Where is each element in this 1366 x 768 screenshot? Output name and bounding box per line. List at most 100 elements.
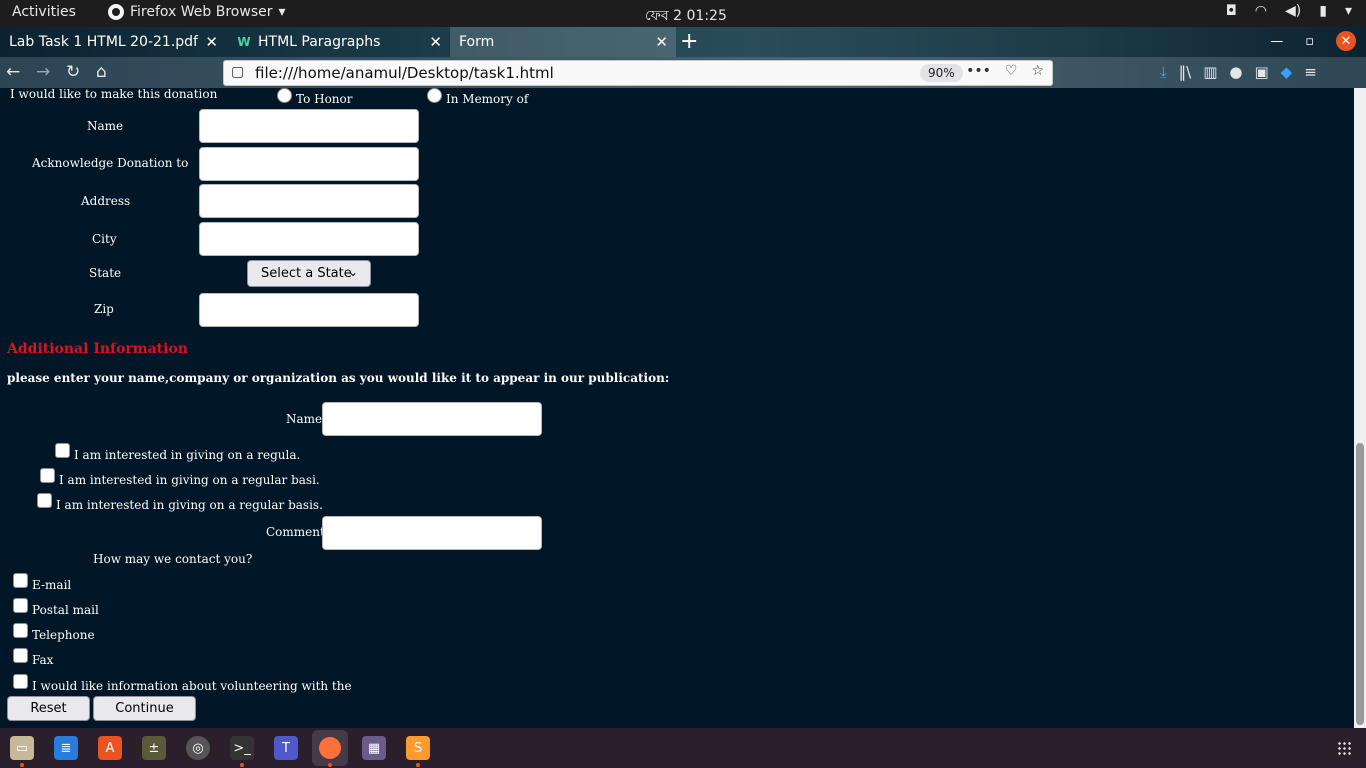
downloads-icon[interactable]: ⤓ (1160, 63, 1167, 81)
fax-label: Fax (32, 653, 54, 667)
publication-instruction: please enter your name,company or organi… (7, 371, 670, 385)
back-button[interactable]: ← (6, 62, 20, 82)
chevron-down-icon: ▾ (1344, 3, 1352, 19)
email-checkbox[interactable] (13, 573, 28, 588)
app-menu-label: Firefox Web Browser (130, 4, 273, 20)
sidebar-icon[interactable]: ▥ (1203, 63, 1217, 81)
name-input[interactable] (199, 109, 419, 143)
close-icon[interactable]: ✕ (429, 33, 442, 51)
state-select[interactable]: Select a State ⌄ (247, 260, 371, 287)
chevron-down-icon: ⌄ (347, 265, 358, 279)
additional-information-heading: Additional Information (7, 341, 188, 357)
interest-checkbox-2[interactable] (40, 468, 55, 483)
url-text[interactable]: file:///home/anamul/Desktop/task1.html (255, 64, 554, 82)
zip-input[interactable] (199, 293, 419, 327)
running-indicator (328, 763, 332, 767)
donation-label: I would like to make this donation (10, 88, 218, 101)
tab-html-paragraphs[interactable]: W HTML Paragraphs ✕ (226, 27, 450, 57)
interest-label-2: I am interested in giving on a regular b… (59, 473, 320, 487)
running-indicator (416, 763, 420, 767)
firefox-icon (108, 4, 124, 20)
fax-checkbox[interactable] (13, 648, 28, 663)
pocket-icon[interactable]: ♡ (1005, 63, 1018, 79)
software-center-icon[interactable]: A (98, 736, 122, 760)
library-icon[interactable]: ‖\ (1179, 63, 1192, 81)
tab-form[interactable]: Form ✕ (450, 27, 676, 57)
tab-lab-task[interactable]: Lab Task 1 HTML 20-21.pdf ✕ (0, 27, 226, 57)
volume-icon: ◀) (1285, 3, 1302, 19)
interest-label-1: I am interested in giving on a regula. (74, 448, 301, 462)
calculator-icon[interactable]: ± (142, 736, 166, 760)
new-tab-button[interactable]: + (680, 29, 698, 54)
comment-input[interactable] (322, 516, 542, 550)
chevron-down-icon: ▾ (278, 4, 286, 20)
page-icon: ▢ (231, 64, 245, 80)
state-select-value: Select a State (261, 266, 352, 281)
radio-in-memory[interactable] (427, 88, 442, 103)
address-input[interactable] (199, 184, 419, 218)
name-label: Name (87, 119, 124, 133)
tab-label: HTML Paragraphs (258, 34, 381, 50)
menu-icon[interactable]: ≡ (1304, 63, 1317, 81)
w3schools-icon: W (237, 35, 251, 49)
window-controls: — ▫ ✕ (1270, 31, 1356, 51)
close-window-button[interactable]: ✕ (1336, 31, 1356, 51)
video-editor-icon[interactable]: ▦ (362, 736, 386, 760)
page-content: I would like to make this donation To Ho… (0, 88, 1354, 728)
clock[interactable]: ফেব 2 01:25 (645, 4, 727, 28)
account-icon[interactable]: ● (1229, 63, 1242, 81)
reload-button[interactable]: ↻ (66, 62, 80, 82)
shield-icon[interactable]: ◆ (1281, 63, 1293, 81)
teams-icon[interactable]: T (274, 736, 298, 760)
zip-label: Zip (94, 302, 114, 316)
firefox-dock-icon[interactable] (312, 730, 348, 766)
interest-label-3: I am interested in giving on a regular b… (56, 498, 323, 512)
interest-checkbox-3[interactable] (37, 493, 52, 508)
acknowledge-label: Acknowledge Donation to (32, 156, 189, 170)
reset-button[interactable]: Reset (7, 696, 90, 721)
acknowledge-input[interactable] (199, 147, 419, 181)
bookmark-star-icon[interactable]: ☆ (1031, 63, 1044, 79)
minimize-button[interactable]: — (1270, 34, 1283, 49)
scrollbar-thumb[interactable] (1356, 443, 1364, 725)
maximize-button[interactable]: ▫ (1305, 34, 1314, 49)
interest-checkbox-1[interactable] (55, 443, 70, 458)
wifi-icon: ◠ (1254, 3, 1268, 19)
tab-label: Form (459, 34, 495, 50)
terminal-icon[interactable]: >_ (230, 736, 254, 760)
show-applications-icon[interactable] (1337, 741, 1351, 755)
navigation-toolbar: ← → ↻ ⌂ ▢ file:///home/anamul/Desktop/ta… (0, 57, 1366, 88)
telephone-checkbox[interactable] (13, 623, 28, 638)
tab-strip: Lab Task 1 HTML 20-21.pdf ✕ W HTML Parag… (0, 27, 1366, 57)
close-icon[interactable]: ✕ (205, 33, 218, 51)
radio-to-honor[interactable] (277, 88, 292, 103)
email-label: E-mail (32, 578, 72, 592)
settings-icon[interactable]: ◎ (186, 736, 210, 760)
activities-button[interactable]: Activities (12, 4, 76, 20)
home-button[interactable]: ⌂ (96, 62, 107, 82)
running-indicator (20, 763, 24, 767)
continue-button[interactable]: Continue (93, 696, 196, 721)
city-input[interactable] (199, 222, 419, 256)
city-label: City (92, 232, 117, 246)
postal-mail-checkbox[interactable] (13, 598, 28, 613)
running-indicator (240, 763, 244, 767)
address-bar[interactable]: ▢ file:///home/anamul/Desktop/task1.html… (223, 60, 1053, 86)
lock-extension-icon[interactable]: ▣ (1254, 63, 1268, 81)
telephone-label: Telephone (32, 628, 95, 642)
system-tray[interactable]: ◘ ◠ ◀) ▮ ▾ (1226, 3, 1352, 19)
tab-label: Lab Task 1 HTML 20-21.pdf (9, 34, 198, 50)
volunteer-checkbox[interactable] (13, 674, 28, 689)
zoom-indicator[interactable]: 90% (920, 64, 963, 82)
publication-name-input[interactable] (322, 402, 542, 436)
state-label: State (89, 266, 122, 280)
vertical-scrollbar[interactable] (1354, 88, 1366, 728)
page-actions-icon[interactable]: ••• (966, 63, 991, 79)
forward-button[interactable]: → (36, 62, 50, 82)
close-icon[interactable]: ✕ (655, 33, 668, 51)
system-top-bar: Activities Firefox Web Browser ▾ ফেব 2 0… (0, 0, 1366, 27)
files-icon[interactable]: ▭ (10, 736, 34, 760)
sublime-text-icon[interactable]: S (406, 736, 430, 760)
app-menu[interactable]: Firefox Web Browser ▾ (108, 4, 286, 20)
text-editor-icon[interactable]: ≣ (54, 736, 78, 760)
